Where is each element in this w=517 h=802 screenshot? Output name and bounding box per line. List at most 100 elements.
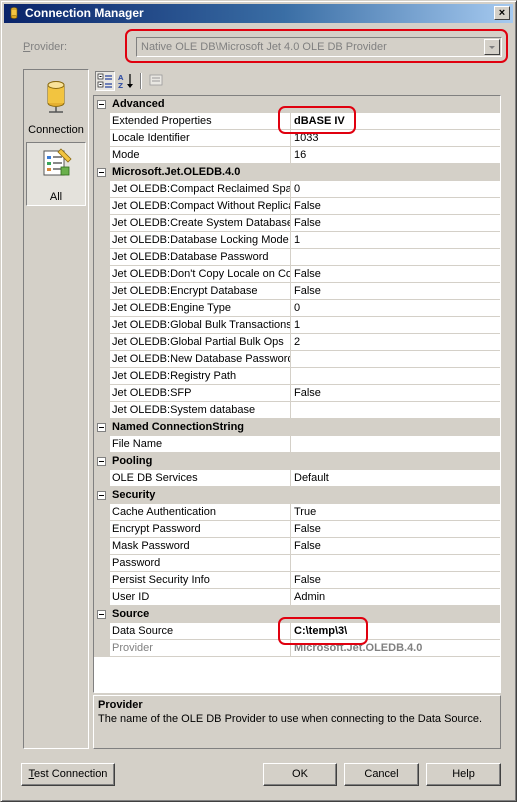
alphabetical-button[interactable]: A Z xyxy=(117,71,137,91)
title-bar[interactable]: Connection Manager × xyxy=(4,4,513,23)
property-value[interactable] xyxy=(291,249,500,266)
property-row[interactable]: OLE DB Services Default xyxy=(94,470,500,487)
property-grid-panel: A Z Advanced Extended Properties dBASE IV L… xyxy=(93,69,501,749)
category-row[interactable]: Pooling xyxy=(94,453,500,470)
collapse-icon[interactable] xyxy=(97,423,106,432)
row-gutter xyxy=(94,283,110,300)
test-connection-button[interactable]: Test Connection xyxy=(21,763,115,786)
collapse-icon[interactable] xyxy=(97,457,106,466)
property-row[interactable]: Persist Security Info False xyxy=(94,572,500,589)
property-value[interactable]: False xyxy=(291,521,500,538)
property-row[interactable]: Jet OLEDB:Registry Path xyxy=(94,368,500,385)
row-gutter xyxy=(94,368,110,385)
row-gutter xyxy=(94,113,110,130)
property-value[interactable] xyxy=(291,555,500,572)
property-row[interactable]: Mode 16 xyxy=(94,147,500,164)
help-button[interactable]: Help xyxy=(426,763,501,786)
property-row[interactable]: Jet OLEDB:Global Partial Bulk Ops 2 xyxy=(94,334,500,351)
description-title: Provider xyxy=(98,699,143,711)
row-gutter xyxy=(94,555,110,572)
property-row[interactable]: Jet OLEDB:Database Locking Mode 1 xyxy=(94,232,500,249)
property-value[interactable] xyxy=(291,351,500,368)
property-name: Jet OLEDB:SFP xyxy=(110,385,291,402)
property-row[interactable]: Jet OLEDB:SFP False xyxy=(94,385,500,402)
property-value[interactable]: False xyxy=(291,283,500,300)
property-value[interactable]: False xyxy=(291,266,500,283)
property-name: Jet OLEDB:Create System Database xyxy=(110,215,291,232)
category-row[interactable]: Advanced xyxy=(94,96,500,113)
property-row[interactable]: Jet OLEDB:Don't Copy Locale on CompactFa… xyxy=(94,266,500,283)
category-row[interactable]: Named ConnectionString xyxy=(94,419,500,436)
property-value[interactable]: 2 xyxy=(291,334,500,351)
property-value[interactable] xyxy=(291,368,500,385)
property-value[interactable]: False xyxy=(291,198,500,215)
sidebar-item-all[interactable]: All xyxy=(26,142,86,206)
property-row[interactable]: Extended Properties dBASE IV xyxy=(94,113,500,130)
property-value[interactable]: True xyxy=(291,504,500,521)
category-row[interactable]: Source xyxy=(94,606,500,623)
property-row[interactable]: Jet OLEDB:Global Bulk Transactions 1 xyxy=(94,317,500,334)
property-row[interactable]: Jet OLEDB:Compact Without Replica False xyxy=(94,198,500,215)
property-row[interactable]: Jet OLEDB:New Database Password xyxy=(94,351,500,368)
property-value[interactable]: 1 xyxy=(291,317,500,334)
property-row[interactable]: Jet OLEDB:Encrypt Database False xyxy=(94,283,500,300)
row-gutter xyxy=(94,538,110,555)
property-value[interactable]: 16 xyxy=(291,147,500,164)
property-value[interactable]: False xyxy=(291,538,500,555)
category-row[interactable]: Microsoft.Jet.OLEDB.4.0 xyxy=(94,164,500,181)
property-value[interactable]: Default xyxy=(291,470,500,487)
collapse-icon[interactable] xyxy=(97,168,106,177)
property-value[interactable]: 1 xyxy=(291,232,500,249)
property-name: Extended Properties xyxy=(110,113,291,130)
property-row[interactable]: Password xyxy=(94,555,500,572)
property-row[interactable]: Jet OLEDB:Engine Type 0 xyxy=(94,300,500,317)
property-value[interactable]: False xyxy=(291,572,500,589)
cancel-button[interactable]: Cancel xyxy=(344,763,419,786)
property-row[interactable]: Mask Password False xyxy=(94,538,500,555)
property-value[interactable]: Admin xyxy=(291,589,500,606)
property-row[interactable]: Jet OLEDB:System database xyxy=(94,402,500,419)
property-row[interactable]: User ID Admin xyxy=(94,589,500,606)
property-name: Jet OLEDB:Registry Path xyxy=(110,368,291,385)
collapse-icon[interactable] xyxy=(97,610,106,619)
property-row[interactable]: Jet OLEDB:Create System Database False xyxy=(94,215,500,232)
ok-button[interactable]: OK xyxy=(263,763,337,786)
property-value[interactable]: 0 xyxy=(291,300,500,317)
close-button[interactable]: × xyxy=(494,6,510,20)
property-row[interactable]: Encrypt Password False xyxy=(94,521,500,538)
property-pages-button[interactable] xyxy=(147,71,167,91)
property-row[interactable]: Jet OLEDB:Database Password xyxy=(94,249,500,266)
property-row[interactable]: Locale Identifier 1033 xyxy=(94,130,500,147)
row-gutter xyxy=(94,572,110,589)
property-value[interactable] xyxy=(291,402,500,419)
property-value[interactable]: False xyxy=(291,385,500,402)
property-row[interactable]: Jet OLEDB:Compact Reclaimed Space 0 xyxy=(94,181,500,198)
property-row[interactable]: Cache Authentication True xyxy=(94,504,500,521)
property-value[interactable]: dBASE IV xyxy=(291,113,500,130)
property-row[interactable]: File Name xyxy=(94,436,500,453)
row-gutter xyxy=(94,623,110,640)
provider-dropdown[interactable]: Native OLE DB\Microsoft Jet 4.0 OLE DB P… xyxy=(136,37,502,57)
collapse-icon[interactable] xyxy=(97,100,106,109)
alphabetical-icon: A Z xyxy=(118,74,133,89)
property-value[interactable]: 0 xyxy=(291,181,500,198)
chevron-down-icon[interactable] xyxy=(484,39,500,55)
sidebar-item-connection[interactable]: Connection xyxy=(26,76,86,140)
row-gutter xyxy=(94,521,110,538)
property-value[interactable]: 1033 xyxy=(291,130,500,147)
collapse-icon[interactable] xyxy=(97,491,106,500)
property-row[interactable]: Data Source C:\temp\3\ xyxy=(94,623,500,640)
row-gutter xyxy=(94,385,110,402)
property-value[interactable] xyxy=(291,436,500,453)
property-grid[interactable]: Advanced Extended Properties dBASE IV Local… xyxy=(93,95,501,693)
property-name: User ID xyxy=(110,589,291,606)
property-name: Jet OLEDB:Engine Type xyxy=(110,300,291,317)
category-row[interactable]: Security xyxy=(94,487,500,504)
property-row[interactable]: Provider Microsoft.Jet.OLEDB.4.0 xyxy=(94,640,500,657)
row-gutter xyxy=(94,640,110,657)
property-name: Data Source xyxy=(110,623,291,640)
property-value[interactable]: C:\temp\3\ xyxy=(291,623,500,640)
category-name: Pooling xyxy=(112,455,153,467)
categorized-button[interactable] xyxy=(95,71,115,91)
property-value[interactable]: False xyxy=(291,215,500,232)
